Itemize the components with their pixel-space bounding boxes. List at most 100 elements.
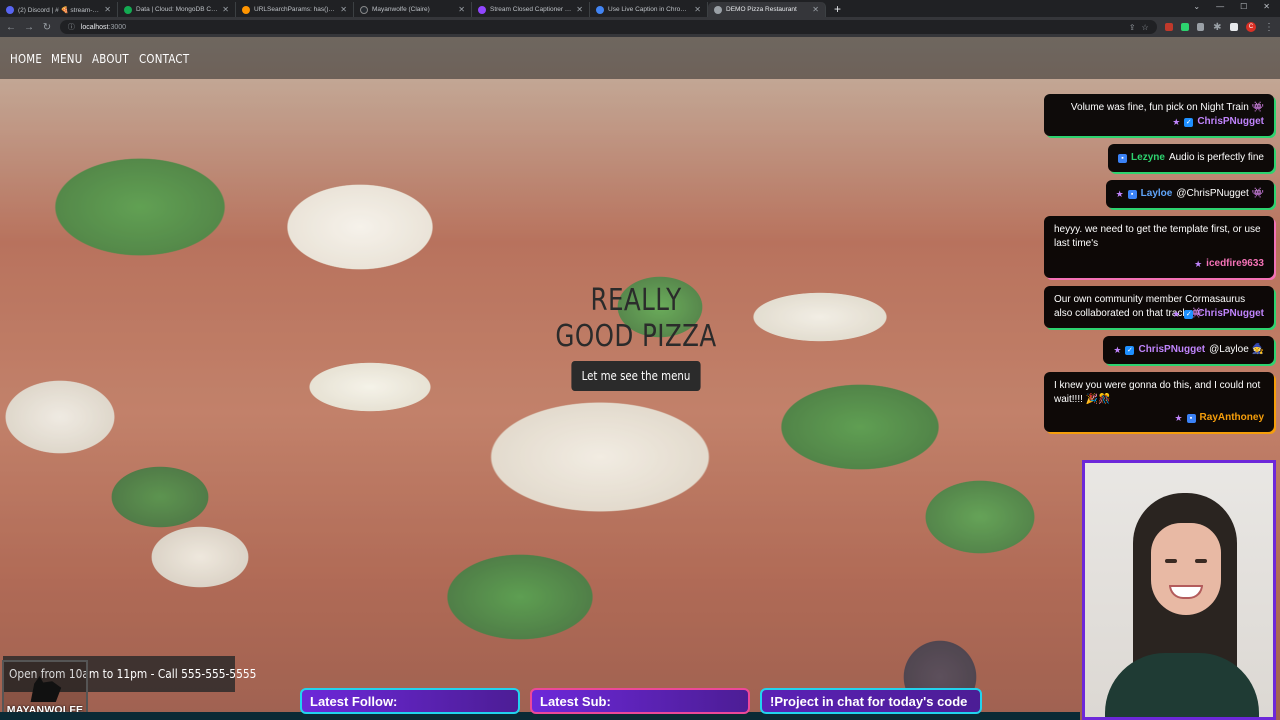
verified-badge-icon: ✓: [1125, 345, 1135, 355]
close-tab-icon[interactable]: ✕: [576, 5, 583, 14]
share-icon[interactable]: ⇪: [1129, 23, 1136, 32]
nav-menu[interactable]: MENU: [51, 51, 82, 66]
tab-title: Mayanwolfe (Claire): [372, 6, 430, 13]
browser-tab[interactable]: Stream Closed Captioner - C ✕: [472, 2, 590, 17]
chat-meta: ★ ✓ ChrisPNugget @Layloe 🧙: [1113, 343, 1264, 357]
bookmark-star-icon[interactable]: ☆: [1142, 23, 1149, 32]
chat-text: I knew you were gonna do this, and I cou…: [1054, 380, 1261, 405]
browser-toolbar: ← → ↻ ⓘ localhost:3000 ⇪ ☆ ✱ C ⋮: [0, 17, 1280, 37]
maximize-icon[interactable]: ☐: [1240, 2, 1247, 11]
tab-strip: (2) Discord | # 🍕 stream-team | ✕ Data | …: [0, 0, 1280, 17]
menu-kebab-icon[interactable]: ⋮: [1264, 22, 1274, 33]
mayanwolfe-logo: MAYANWOLFE: [2, 660, 88, 720]
close-tab-icon[interactable]: ✕: [694, 5, 701, 14]
star-badge-icon: ★: [1174, 413, 1183, 423]
site-info-icon[interactable]: ⓘ: [68, 22, 75, 32]
latest-follow-bar: Latest Follow:: [300, 688, 520, 714]
sub-badge-icon: ▪: [1118, 153, 1128, 163]
hero-heading: REALLY GOOD PIZZA: [554, 283, 718, 355]
chat-text: heyyy. we need to get the template first…: [1054, 224, 1261, 249]
browser-tab[interactable]: URLSearchParams: has() method ✕: [236, 2, 354, 17]
browser-tab[interactable]: Data | Cloud: MongoDB Cloud ✕: [118, 2, 236, 17]
url-text: localhost:3000: [81, 24, 126, 31]
nav-about[interactable]: ABOUT: [92, 51, 129, 66]
tab-search-icon[interactable]: ⌄: [1193, 2, 1200, 11]
forward-icon[interactable]: →: [24, 22, 34, 33]
star-badge-icon: ★: [1113, 345, 1122, 355]
hero-heading-line2: GOOD PIZZA: [555, 319, 717, 354]
stream-chat: Volume was fine, fun pick on Night Train…: [1042, 94, 1274, 432]
tab-title: DEMO Pizza Restaurant: [726, 6, 797, 13]
browser-tab[interactable]: (2) Discord | # 🍕 stream-team | ✕: [0, 2, 118, 17]
abp-extension-icon[interactable]: [1164, 23, 1173, 31]
chat-username: icedfire9633: [1206, 258, 1264, 269]
nav-contact[interactable]: CONTACT: [139, 51, 189, 66]
hero-heading-line1: REALLY: [590, 283, 682, 318]
chat-message: ▪ Lezyne Audio is perfectly fine: [1108, 144, 1274, 172]
tab-title: URLSearchParams: has() method: [254, 6, 336, 13]
window-controls: ⌄ — ☐ ✕: [1183, 0, 1280, 13]
close-tab-icon[interactable]: ✕: [222, 5, 229, 14]
browser-tab[interactable]: Use Live Caption in Chrome - G ✕: [590, 2, 708, 17]
profile-avatar[interactable]: C: [1246, 22, 1256, 32]
verified-badge-icon: ✓: [1184, 309, 1194, 319]
extension-gear-icon[interactable]: [1196, 23, 1205, 31]
browser-tab-active[interactable]: DEMO Pizza Restaurant ✕: [708, 2, 826, 17]
wolf-icon: [30, 676, 62, 702]
chat-text: @Layloe 🧙: [1209, 344, 1264, 355]
star-badge-icon: ★: [1115, 189, 1124, 199]
close-tab-icon[interactable]: ✕: [458, 5, 465, 14]
chat-message: Volume was fine, fun pick on Night Train…: [1044, 94, 1274, 136]
github-favicon-icon: [360, 5, 368, 14]
chat-username: RayAnthoney: [1199, 412, 1264, 423]
mongodb-favicon-icon: [124, 5, 132, 14]
chat-message: I knew you were gonna do this, and I cou…: [1044, 372, 1274, 432]
browser-tab[interactable]: Mayanwolfe (Claire) ✕: [354, 2, 472, 17]
minimize-icon[interactable]: —: [1216, 2, 1224, 11]
chat-message: ★ ✓ ChrisPNugget @Layloe 🧙: [1103, 336, 1274, 364]
chat-username: Layloe: [1140, 188, 1173, 199]
chat-username: ChrisPNugget: [1138, 344, 1206, 355]
reload-icon[interactable]: ↻: [42, 22, 52, 33]
close-window-icon[interactable]: ✕: [1263, 2, 1270, 11]
nav-home[interactable]: HOME: [10, 51, 42, 66]
verified-badge-icon: ✓: [1184, 117, 1194, 127]
chat-meta: ★ ▪ RayAnthoney: [1054, 411, 1264, 425]
star-badge-icon: ★: [1172, 117, 1181, 127]
extensions-puzzle-icon[interactable]: ✱: [1212, 22, 1222, 33]
chat-meta: ★ ▪ Layloe @ChrisPNugget 👾: [1116, 187, 1264, 201]
webcam-person-face: [1151, 523, 1221, 615]
back-icon[interactable]: ←: [6, 22, 16, 33]
see-menu-button[interactable]: Let me see the menu: [571, 361, 701, 391]
star-badge-icon: ★: [1172, 309, 1181, 319]
extension-green-icon[interactable]: [1180, 23, 1189, 31]
chat-text: Audio is perfectly fine: [1168, 152, 1264, 163]
chat-text: @ChrisPNugget 👾: [1176, 188, 1264, 199]
chat-message: heyyy. we need to get the template first…: [1044, 216, 1274, 278]
tab-title: Stream Closed Captioner - C: [490, 6, 573, 13]
globe-favicon-icon: [714, 5, 722, 14]
star-badge-icon: ★: [1194, 259, 1203, 269]
chat-username: ChrisPNugget: [1197, 308, 1264, 319]
new-tab-icon[interactable]: +: [826, 2, 849, 17]
close-tab-icon[interactable]: ✕: [340, 5, 347, 14]
sub-badge-icon: ▪: [1127, 189, 1137, 199]
chat-text: Volume was fine, fun pick on Night Train…: [1070, 102, 1264, 113]
chat-meta: ★ ✓ ChrisPNugget: [1054, 115, 1264, 129]
chat-username: ChrisPNugget: [1197, 116, 1264, 127]
close-tab-icon[interactable]: ✕: [812, 5, 819, 14]
sub-badge-icon: ▪: [1186, 413, 1196, 423]
close-tab-icon[interactable]: ✕: [104, 5, 111, 14]
chat-meta: ★ icedfire9633: [1054, 257, 1264, 271]
google-favicon-icon: [596, 5, 604, 14]
side-panel-icon[interactable]: [1230, 23, 1239, 31]
url-host: localhost: [80, 23, 109, 31]
twitch-favicon-icon: [478, 5, 486, 14]
tab-title: (2) Discord | # 🍕 stream-team |: [18, 6, 100, 14]
chat-message: Our own community member Cormasaurus als…: [1044, 286, 1274, 328]
mdn-favicon-icon: [242, 5, 250, 14]
project-command-bar: !Project in chat for today's code: [760, 688, 982, 714]
address-bar[interactable]: ⓘ localhost:3000 ⇪ ☆: [59, 20, 1157, 34]
webcam-eye-right: [1195, 559, 1207, 563]
url-port: :3000: [108, 23, 127, 31]
